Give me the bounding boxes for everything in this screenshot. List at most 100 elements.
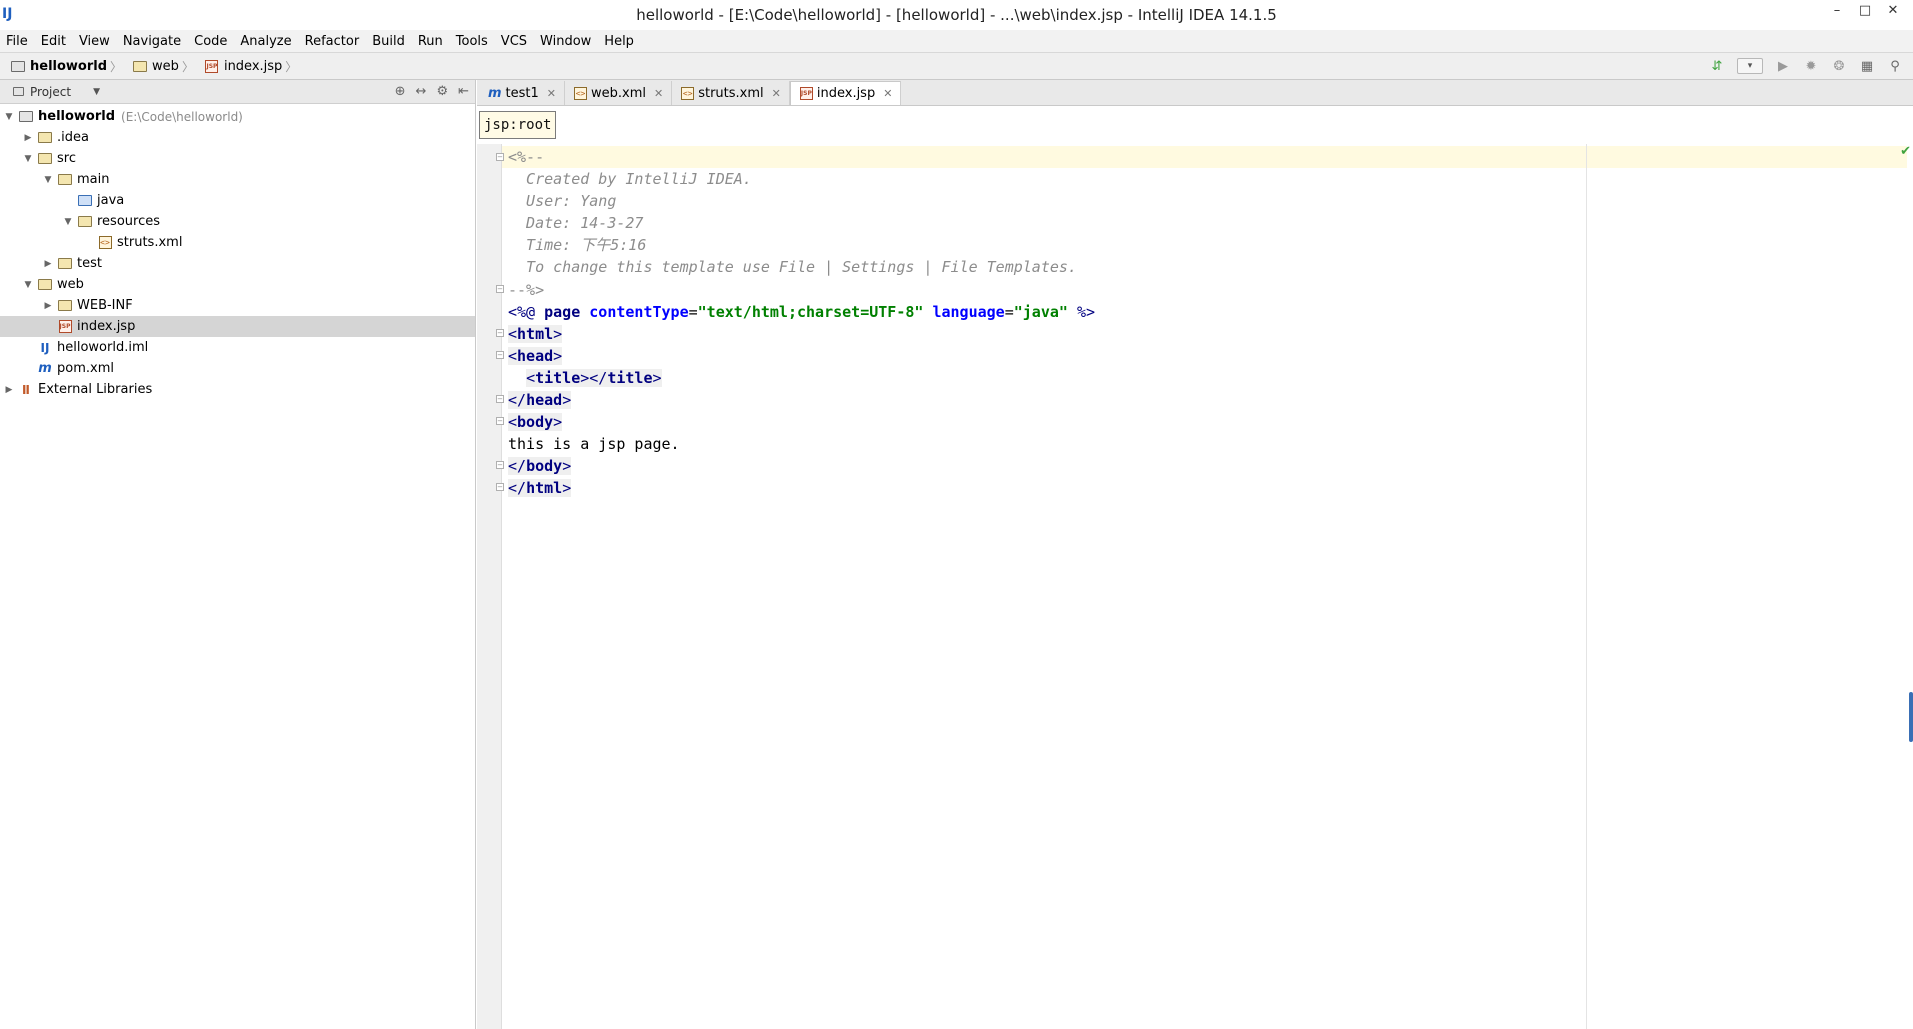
tree-item-test[interactable]: ▶ test bbox=[0, 253, 475, 274]
editor-tab-bar: m test1 ✕ <> web.xml ✕ <> struts.xml ✕ J… bbox=[477, 80, 1913, 106]
resources-folder-icon bbox=[77, 215, 93, 229]
iml-file-icon: IJ bbox=[40, 340, 50, 355]
tab-label: struts.xml bbox=[698, 85, 764, 101]
hide-panel-icon[interactable]: ⇤ bbox=[458, 84, 469, 99]
menu-file[interactable]: File bbox=[6, 34, 28, 49]
expand-arrow-icon[interactable]: ▼ bbox=[61, 217, 75, 227]
editor-breadcrumb[interactable]: jsp:root bbox=[479, 111, 557, 139]
tree-item-idea[interactable]: ▶ .idea bbox=[0, 127, 475, 148]
code-line: Created by IntelliJ IDEA. bbox=[508, 168, 1095, 190]
tree-item-struts-xml[interactable]: <> struts.xml bbox=[0, 232, 475, 253]
expand-arrow-icon[interactable]: ▼ bbox=[41, 175, 55, 185]
close-icon[interactable]: ✕ bbox=[654, 87, 663, 100]
menu-tools[interactable]: Tools bbox=[456, 34, 488, 49]
fold-marker-icon[interactable]: − bbox=[496, 395, 504, 403]
expand-arrow-icon[interactable]: ▶ bbox=[41, 259, 55, 269]
expand-arrow-icon[interactable]: ▼ bbox=[21, 280, 35, 290]
tree-item-resources[interactable]: ▼ resources bbox=[0, 211, 475, 232]
scroll-from-source-icon[interactable]: ⊕ bbox=[395, 84, 406, 99]
text-token: this is a jsp page. bbox=[508, 435, 680, 454]
menu-vcs[interactable]: VCS bbox=[501, 34, 527, 49]
close-icon[interactable]: ✕ bbox=[772, 87, 781, 100]
fold-marker-icon[interactable]: − bbox=[496, 351, 504, 359]
code-line: <html> bbox=[508, 324, 563, 343]
minimize-button[interactable]: – bbox=[1823, 2, 1851, 22]
fold-marker-icon[interactable]: − bbox=[496, 483, 504, 491]
menu-edit[interactable]: Edit bbox=[41, 34, 66, 49]
expand-arrow-icon[interactable]: ▼ bbox=[2, 112, 16, 122]
tree-item-label: .idea bbox=[57, 130, 89, 145]
menu-code[interactable]: Code bbox=[194, 34, 227, 49]
expand-arrow-icon[interactable]: ▼ bbox=[21, 154, 35, 164]
project-structure-icon[interactable]: ▦ bbox=[1859, 58, 1875, 74]
tree-item-index-jsp[interactable]: JSP index.jsp bbox=[0, 316, 475, 337]
menu-help[interactable]: Help bbox=[604, 34, 634, 49]
run-configuration-dropdown[interactable]: ▾ bbox=[1737, 58, 1763, 74]
keyword-token: page bbox=[544, 302, 581, 321]
code-editor[interactable]: <%-- Created by IntelliJ IDEA. User: Yan… bbox=[508, 146, 1095, 500]
folder-icon bbox=[57, 299, 73, 313]
menu-window[interactable]: Window bbox=[540, 34, 591, 49]
code-line: <body> bbox=[508, 413, 563, 432]
menu-refactor[interactable]: Refactor bbox=[305, 34, 360, 49]
project-view-dropdown[interactable]: Project ▼ bbox=[8, 85, 108, 99]
tree-item-java[interactable]: java bbox=[0, 190, 475, 211]
project-panel-tools: ⊕ ↔ ⚙ ⇤ bbox=[395, 84, 469, 99]
debug-icon[interactable]: ✹ bbox=[1803, 58, 1819, 74]
run-icon[interactable]: ▶ bbox=[1775, 58, 1791, 74]
tab-web-xml[interactable]: <> web.xml ✕ bbox=[565, 81, 673, 105]
tree-item-helloworld[interactable]: ▼ helloworld (E:\Code\helloworld) bbox=[0, 106, 475, 127]
tag-token: body bbox=[517, 413, 554, 432]
maven-projects-icon[interactable]: ⇵ bbox=[1709, 58, 1725, 74]
scrollbar-marker[interactable] bbox=[1909, 692, 1913, 742]
gear-icon[interactable]: ⚙ bbox=[436, 84, 448, 99]
tag-token: head bbox=[526, 391, 563, 410]
source-folder-icon bbox=[77, 194, 93, 208]
close-window-button[interactable]: ✕ bbox=[1879, 2, 1907, 22]
expand-arrow-icon[interactable]: ▶ bbox=[2, 385, 16, 395]
fold-marker-icon[interactable]: − bbox=[496, 329, 504, 337]
tree-item-web-inf[interactable]: ▶ WEB-INF bbox=[0, 295, 475, 316]
collapse-all-icon[interactable]: ↔ bbox=[416, 84, 427, 99]
module-folder-icon bbox=[10, 59, 26, 73]
tree-item-external-libraries[interactable]: ▶ Ⅱ External Libraries bbox=[0, 379, 475, 400]
expand-arrow-icon[interactable]: ▶ bbox=[21, 133, 35, 143]
tree-item-pom-xml[interactable]: m pom.xml bbox=[0, 358, 475, 379]
code-line: Time: 下午5:16 bbox=[508, 234, 1095, 256]
nav-crumb-project[interactable]: helloworld 〉 bbox=[8, 58, 126, 75]
close-icon[interactable]: ✕ bbox=[547, 87, 556, 100]
tab-test1[interactable]: m test1 ✕ bbox=[479, 81, 566, 105]
code-line: To change this template use File | Setti… bbox=[508, 256, 1095, 278]
fold-marker-icon[interactable]: − bbox=[496, 417, 504, 425]
maximize-button[interactable]: □ bbox=[1851, 2, 1879, 22]
code-line: --%> bbox=[508, 279, 1095, 301]
fold-marker-icon[interactable]: − bbox=[496, 153, 504, 161]
code-line: <%-- bbox=[508, 146, 1095, 168]
nav-crumb-file[interactable]: JSP index.jsp 〉 bbox=[202, 58, 301, 75]
coverage-icon[interactable]: ❂ bbox=[1831, 58, 1847, 74]
editor-gutter[interactable] bbox=[477, 144, 502, 1029]
close-icon[interactable]: ✕ bbox=[883, 87, 892, 100]
fold-marker-icon[interactable]: − bbox=[496, 461, 504, 469]
tree-item-web[interactable]: ▼ web bbox=[0, 274, 475, 295]
tab-index-jsp[interactable]: JSP index.jsp ✕ bbox=[789, 81, 902, 105]
expand-arrow-icon[interactable]: ▶ bbox=[41, 301, 55, 311]
tree-item-main[interactable]: ▼ main bbox=[0, 169, 475, 190]
menu-build[interactable]: Build bbox=[372, 34, 405, 49]
folder-icon bbox=[37, 131, 53, 145]
menu-run[interactable]: Run bbox=[418, 34, 443, 49]
nav-crumb-web[interactable]: web 〉 bbox=[130, 58, 198, 75]
menu-navigate[interactable]: Navigate bbox=[123, 34, 181, 49]
tree-item-label: WEB-INF bbox=[77, 298, 133, 313]
code-line: User: Yang bbox=[508, 190, 1095, 212]
tab-struts-xml[interactable]: <> struts.xml ✕ bbox=[672, 81, 790, 105]
jsp-file-icon: JSP bbox=[57, 320, 73, 334]
search-icon[interactable]: ⚲ bbox=[1887, 58, 1903, 74]
menu-analyze[interactable]: Analyze bbox=[240, 34, 291, 49]
title-bar: IJ helloworld - [E:\Code\helloworld] - [… bbox=[0, 0, 1913, 30]
project-tree: ▼ helloworld (E:\Code\helloworld) ▶ .ide… bbox=[0, 104, 475, 400]
menu-view[interactable]: View bbox=[79, 34, 110, 49]
tree-item-src[interactable]: ▼ src bbox=[0, 148, 475, 169]
tree-item-helloworld-iml[interactable]: IJ helloworld.iml bbox=[0, 337, 475, 358]
fold-marker-icon[interactable]: − bbox=[496, 285, 504, 293]
